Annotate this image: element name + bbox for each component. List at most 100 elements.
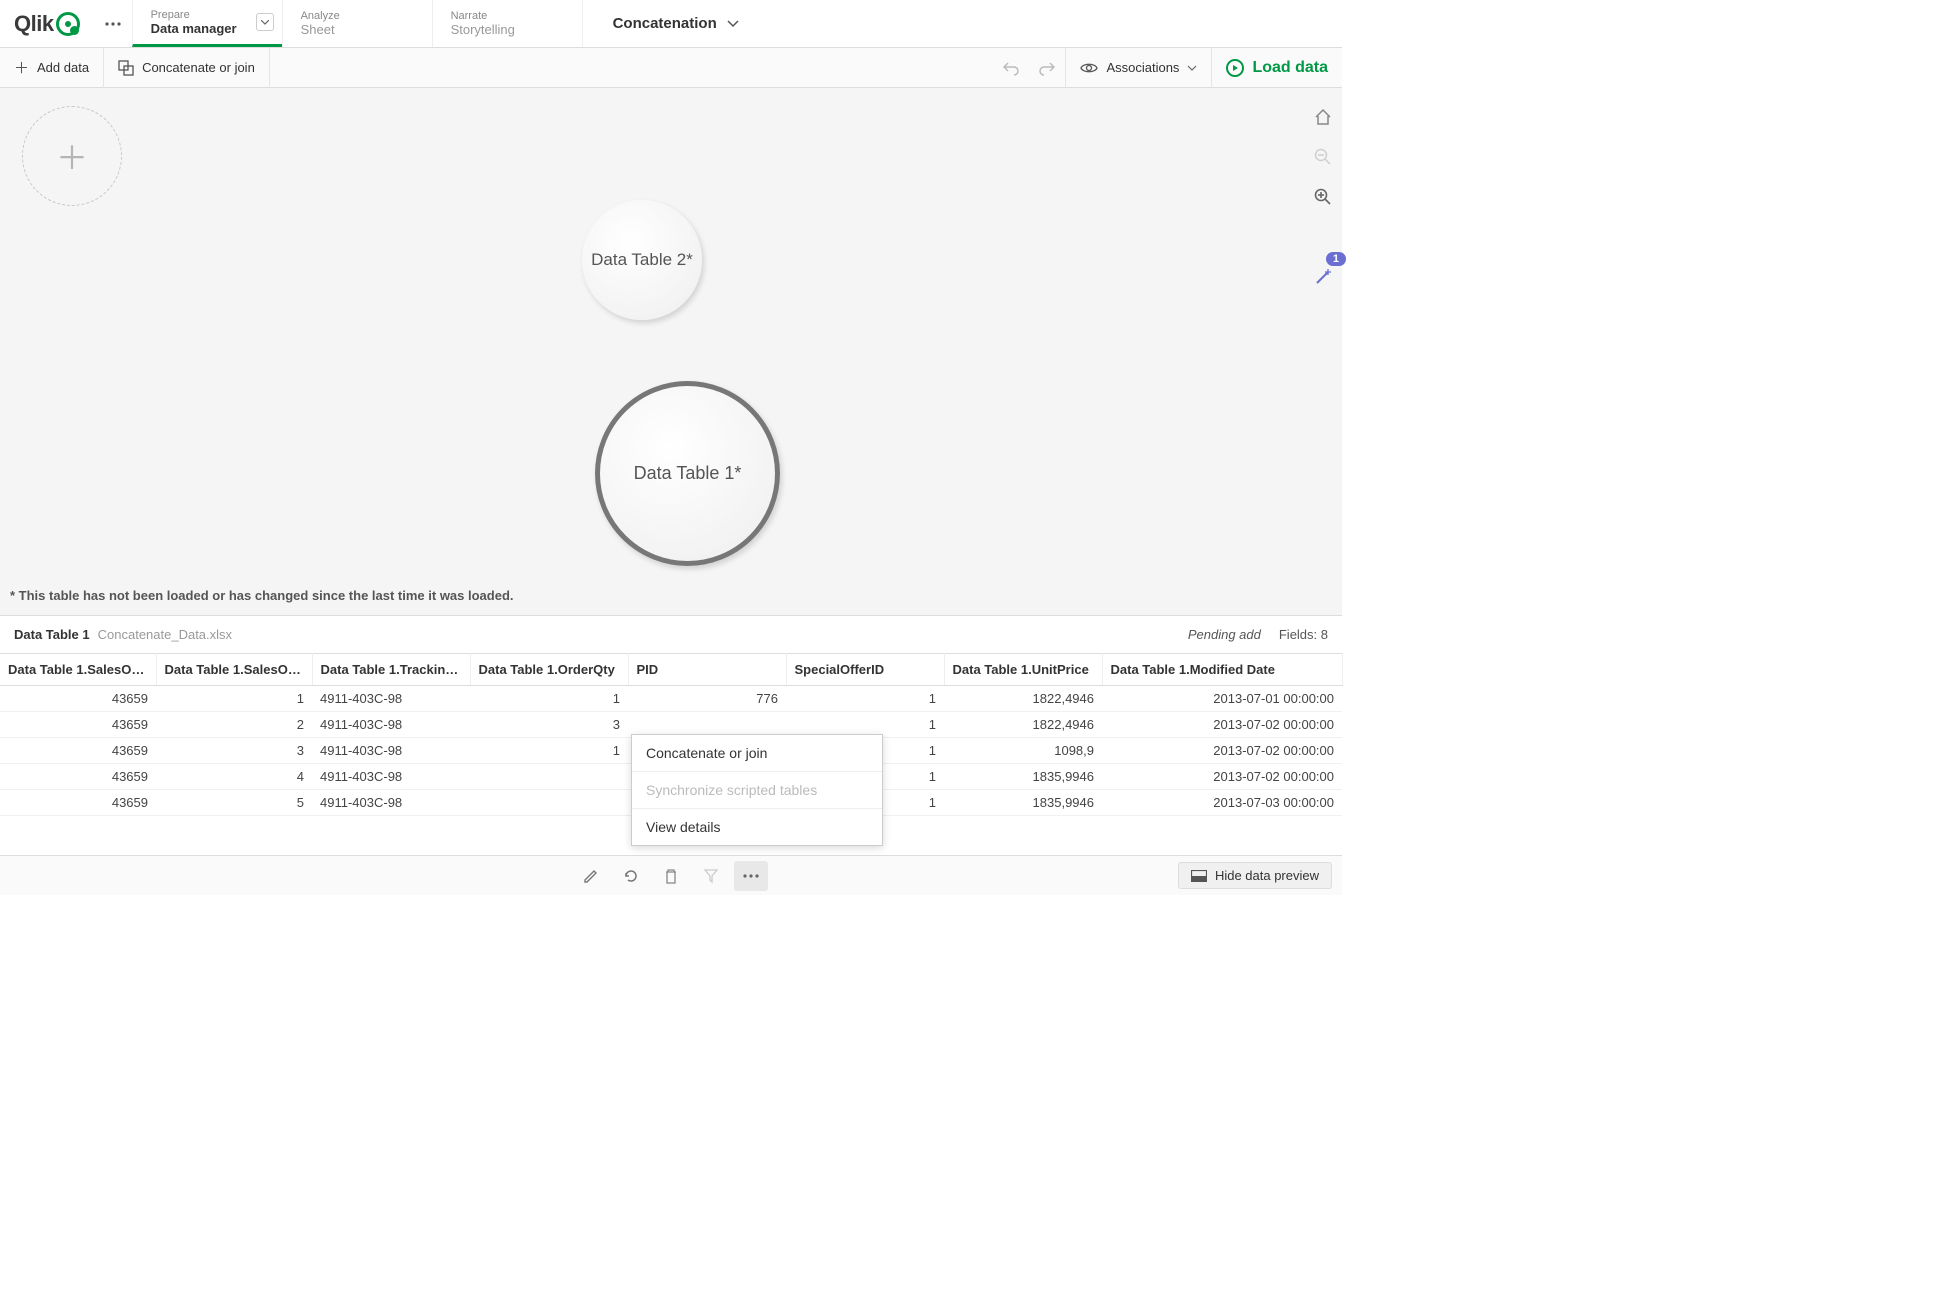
add-data-button[interactable]: ＋ Add data (0, 48, 104, 88)
table-cell: 3 (156, 738, 312, 764)
table-cell: 1 (470, 738, 628, 764)
eye-icon (1080, 62, 1098, 74)
nav-tabs: Prepare Data manager Analyze Sheet Narra… (132, 0, 582, 47)
table-bubble-label: Data Table 2* (591, 250, 693, 270)
menu-item-concatenate-join[interactable]: Concatenate or join (632, 735, 882, 772)
zoom-in-icon[interactable] (1312, 186, 1334, 208)
canvas-side-tools: 1 (1312, 106, 1334, 288)
more-icon[interactable] (734, 861, 768, 891)
associations-button[interactable]: Associations (1065, 48, 1211, 88)
redo-button[interactable] (1029, 48, 1065, 88)
table-cell: 43659 (0, 686, 156, 712)
nav-tab-prepare[interactable]: Prepare Data manager (132, 0, 282, 47)
nav-tab-bottomlabel: Sheet (301, 22, 414, 37)
preview-status: Pending add (1188, 627, 1261, 642)
table-cell: 1 (786, 686, 944, 712)
context-menu: Concatenate or join Synchronize scripted… (631, 734, 883, 846)
global-more-button[interactable] (94, 0, 132, 47)
add-table-bubble[interactable]: ＋ (22, 106, 122, 206)
menu-item-synchronize-scripted: Synchronize scripted tables (632, 772, 882, 809)
table-cell: 1 (156, 686, 312, 712)
nav-tab-analyze[interactable]: Analyze Sheet (282, 0, 432, 47)
app-name: Concatenation (613, 15, 717, 32)
preview-table-name: Data Table 1 (14, 627, 90, 642)
nav-tab-toplabel: Narrate (451, 10, 564, 22)
table-header-row: Data Table 1.SalesOr…Data Table 1.SalesO… (0, 654, 1342, 686)
plus-icon: ＋ (56, 133, 88, 179)
load-data-button[interactable]: Load data (1211, 48, 1342, 88)
column-header[interactable]: Data Table 1.Modified Date (1102, 654, 1342, 686)
app-name-area[interactable]: Concatenation (582, 0, 1342, 47)
table-cell: 4911-403C-98 (312, 790, 470, 816)
hide-data-preview-button[interactable]: Hide data preview (1178, 862, 1332, 889)
column-header[interactable]: Data Table 1.Tracking… (312, 654, 470, 686)
edit-icon[interactable] (574, 861, 608, 891)
chevron-down-icon[interactable] (256, 13, 274, 31)
table-cell: 4911-403C-98 (312, 686, 470, 712)
bottom-toolbar: Hide data preview (0, 855, 1342, 895)
sub-toolbar: ＋ Add data Concatenate or join Associati… (0, 48, 1342, 88)
nav-tab-toplabel: Prepare (151, 9, 264, 21)
add-data-label: Add data (37, 60, 89, 75)
table-row[interactable]: 4365914911-403C-98177611822,49462013-07-… (0, 686, 1342, 712)
delete-icon[interactable] (654, 861, 688, 891)
column-header[interactable]: Data Table 1.SalesOr… (156, 654, 312, 686)
play-circle-icon (1226, 59, 1244, 77)
table-cell: 1835,9946 (944, 764, 1102, 790)
table-cell: 2013-07-02 00:00:00 (1102, 764, 1342, 790)
hide-preview-label: Hide data preview (1215, 868, 1319, 883)
concatenate-icon (118, 60, 134, 76)
table-cell: 43659 (0, 738, 156, 764)
table-bubble-data-table-2[interactable]: Data Table 2* (582, 200, 702, 320)
associations-label: Associations (1106, 60, 1179, 75)
nav-tab-toplabel: Analyze (301, 10, 414, 22)
chevron-down-icon (1187, 65, 1197, 71)
data-manager-canvas[interactable]: ＋ Data Table 2* Data Table 1* * This tab… (0, 88, 1342, 615)
table-cell: 1822,4946 (944, 712, 1102, 738)
column-header[interactable]: Data Table 1.SalesOr… (0, 654, 156, 686)
concatenate-join-button[interactable]: Concatenate or join (104, 48, 270, 88)
table-cell: 2013-07-02 00:00:00 (1102, 738, 1342, 764)
undo-button[interactable] (993, 48, 1029, 88)
column-header[interactable]: Data Table 1.OrderQty (470, 654, 628, 686)
top-nav: Qlik Prepare Data manager Analyze Sheet … (0, 0, 1342, 48)
refresh-icon[interactable] (614, 861, 648, 891)
table-cell: 2013-07-01 00:00:00 (1102, 686, 1342, 712)
table-cell: 2013-07-02 00:00:00 (1102, 712, 1342, 738)
table-bubble-label: Data Table 1* (634, 463, 742, 484)
nav-tab-bottomlabel: Data manager (151, 21, 264, 36)
logo-text: Qlik (14, 11, 54, 37)
table-cell: 5 (156, 790, 312, 816)
table-cell: 43659 (0, 790, 156, 816)
recommendations-icon[interactable]: 1 (1312, 266, 1334, 288)
table-cell: 43659 (0, 712, 156, 738)
table-cell: 4 (156, 764, 312, 790)
table-cell: 1 (470, 686, 628, 712)
home-icon[interactable] (1312, 106, 1334, 128)
recommendations-badge: 1 (1326, 252, 1346, 266)
table-bubble-data-table-1[interactable]: Data Table 1* (595, 381, 780, 566)
table-cell: 4911-403C-98 (312, 764, 470, 790)
table-cell: 776 (628, 686, 786, 712)
logo: Qlik (0, 0, 94, 47)
concat-join-label: Concatenate or join (142, 60, 255, 75)
logo-icon (56, 12, 80, 36)
plus-icon: ＋ (14, 57, 29, 78)
filter-icon (694, 861, 728, 891)
preview-file-name: Concatenate_Data.xlsx (98, 627, 232, 642)
table-cell: 2013-07-03 00:00:00 (1102, 790, 1342, 816)
column-header[interactable]: PID (628, 654, 786, 686)
chevron-down-icon (727, 20, 739, 28)
table-cell: 1835,9946 (944, 790, 1102, 816)
column-header[interactable]: Data Table 1.UnitPrice (944, 654, 1102, 686)
zoom-out-icon[interactable] (1312, 146, 1334, 168)
table-cell: 4911-403C-98 (312, 738, 470, 764)
table-cell (470, 764, 628, 790)
menu-item-view-details[interactable]: View details (632, 809, 882, 845)
table-cell: 1822,4946 (944, 686, 1102, 712)
load-data-label: Load data (1252, 59, 1328, 77)
table-cell: 1098,9 (944, 738, 1102, 764)
column-header[interactable]: SpecialOfferID (786, 654, 944, 686)
nav-tab-narrate[interactable]: Narrate Storytelling (432, 0, 582, 47)
table-cell (470, 790, 628, 816)
